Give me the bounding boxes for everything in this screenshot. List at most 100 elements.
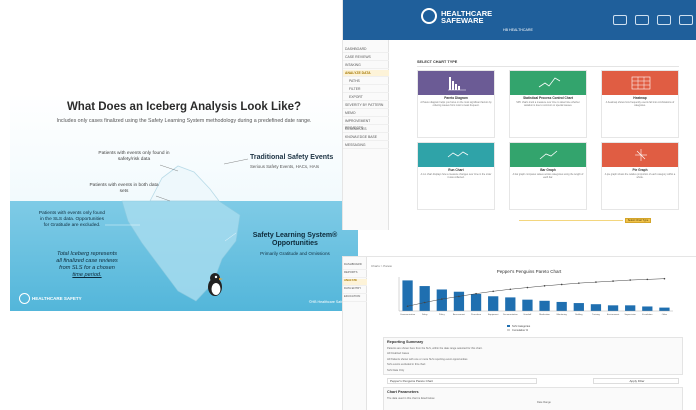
- card-run-chart-desc: A run chart displays how a measure chang…: [420, 173, 492, 179]
- run-chart-icon: [418, 143, 494, 167]
- pie-graph-icon: [602, 143, 678, 167]
- nav-case-reviews[interactable]: CASE REVIEWS: [343, 54, 389, 61]
- x-tick-label: Assessment: [453, 313, 465, 316]
- iceberg-slide: What Does an Iceberg Analysis Look Like?…: [10, 93, 358, 311]
- pareto-bar: [590, 304, 602, 311]
- nav2-data-entry[interactable]: DATA ENTRY: [343, 286, 367, 294]
- grid-icon[interactable]: [613, 15, 627, 25]
- pareto-bar: [659, 307, 670, 311]
- sls-opportunities-title: Safety Learning System® Opportunities: [252, 232, 338, 247]
- card-bar-graph-desc: A bar graph compares values across categ…: [512, 173, 584, 179]
- nav-analyze-data[interactable]: ANALYZE DATA: [343, 70, 389, 77]
- reporting-summary-panel: Reporting Summary Patients are shown her…: [383, 337, 683, 375]
- card-pareto[interactable]: Pareto Diagram A Pareto diagram helps yo…: [417, 70, 495, 138]
- nav-paths[interactable]: PATHS: [343, 78, 389, 85]
- nav2-analyze[interactable]: ANALYZE: [343, 278, 367, 286]
- x-tick-label: Monitoring: [557, 313, 568, 316]
- label-sls-only: Patients with events only found in the S…: [38, 211, 106, 228]
- x-tick-label: Other: [662, 313, 668, 316]
- chart-type-app: HEALTHCARE SAFEWARE HB HEALTHCARE DASHBO…: [342, 0, 696, 230]
- brand-ring-icon: [421, 8, 437, 24]
- total-line-4: time period.: [72, 272, 102, 278]
- pareto-bar: [522, 299, 533, 311]
- pareto-report-app: DASHBOARD REPORTS ANALYZE DATA ENTRY EDU…: [342, 256, 696, 410]
- nav2-education[interactable]: EDUCATION: [343, 294, 367, 302]
- nav-dashboard[interactable]: DASHBOARD: [343, 46, 389, 53]
- cumulative-point: [595, 281, 597, 283]
- chart-parameters-title: Chart Parameters: [387, 390, 419, 394]
- nav-improvement[interactable]: IMPROVEMENT PROJECTS: [343, 118, 389, 130]
- x-tick-label: Training: [592, 313, 601, 316]
- pareto-bar: [539, 300, 550, 311]
- x-tick-label: Equipment: [488, 313, 499, 316]
- logo-text: HEALTHCARE SAFETY: [32, 296, 82, 301]
- brand-logo[interactable]: HEALTHCARE SAFEWARE: [421, 8, 492, 24]
- select-chart-type-button[interactable]: Select Chart Type: [625, 218, 651, 223]
- card-pareto-desc: A Pareto diagram helps you focus on the …: [420, 101, 492, 107]
- traditional-events-title: Traditional Safety Events: [250, 154, 334, 161]
- nav-resources[interactable]: RESOURCES: [343, 126, 389, 133]
- pareto-bar: [642, 306, 653, 311]
- settings-icon[interactable]: [679, 15, 693, 25]
- nav-intaking[interactable]: INTAKING: [343, 62, 389, 69]
- cumulative-point: [526, 286, 529, 289]
- x-tick-label: Escalation: [642, 313, 653, 316]
- cumulative-point: [612, 280, 614, 282]
- cumulative-point: [578, 282, 580, 284]
- pareto-bar: [625, 305, 636, 311]
- export-icon[interactable]: [657, 15, 671, 25]
- apply-filter-button[interactable]: Apply Filter: [593, 378, 679, 384]
- card-spc-desc: SPC charts track a measure over time to …: [516, 101, 580, 107]
- cumulative-point: [509, 288, 512, 291]
- x-tick-label: Delay: [422, 314, 428, 316]
- logo-ring-icon: [19, 293, 30, 304]
- pareto-bar: [436, 289, 447, 311]
- nav-severity[interactable]: SEVERITY BY PATTERN: [343, 102, 389, 109]
- pareto-icon: [418, 71, 494, 95]
- app-sidebar: DASHBOARD CASE REVIEWS INTAKING ANALYZE …: [343, 40, 389, 230]
- x-tick-label: Staffing: [575, 313, 583, 316]
- card-heatmap[interactable]: Heatmap A heatmap shows how frequently e…: [601, 70, 679, 138]
- slide-subtitle: Includes only cases finalized using the …: [56, 118, 312, 124]
- selection-divider: [519, 220, 623, 221]
- nav-messaging[interactable]: MESSAGING: [343, 142, 389, 149]
- card-run-chart[interactable]: Run Chart A run chart displays how a mea…: [417, 142, 495, 210]
- slide-title: What Does an Iceberg Analysis Look Like?: [66, 101, 302, 113]
- pareto-bar: [607, 305, 619, 311]
- x-tick-label: Procedure: [471, 313, 482, 316]
- card-bar-graph[interactable]: Bar Graph A bar graph compares values ac…: [509, 142, 587, 210]
- card-spc[interactable]: Statistical Process Control Chart SPC ch…: [509, 70, 587, 138]
- slide-logo: HEALTHCARE SAFETY: [19, 293, 82, 304]
- nav-export[interactable]: EXPORT: [343, 94, 389, 101]
- spc-icon: [510, 71, 586, 95]
- cumulative-point: [475, 292, 477, 295]
- total-line-2: all finalized case reviews: [56, 258, 118, 264]
- nav-filter[interactable]: FILTER: [343, 86, 389, 93]
- nav-memo[interactable]: MEMO: [343, 110, 389, 117]
- cumulative-point: [646, 278, 649, 281]
- cumulative-point: [629, 279, 631, 281]
- pareto-bar: [453, 291, 465, 311]
- card-pie-graph[interactable]: Pie Graph A pie graph shows the relative…: [601, 142, 679, 210]
- chart-title: Pepper's Penguins Pareto Chart: [497, 269, 562, 274]
- cumulative-point: [441, 298, 443, 300]
- x-tick-label: Policy: [439, 314, 446, 316]
- cumulative-point: [663, 277, 666, 280]
- select-chart-type-heading: SELECT CHART TYPE: [417, 60, 458, 64]
- x-tick-label: Documentation: [503, 313, 518, 316]
- label-both-data-sets: Patients with events in both data sets: [89, 183, 159, 194]
- nav-knowledge[interactable]: KNOWLEDGE BASE: [343, 134, 389, 141]
- nav2-reports[interactable]: REPORTS: [343, 270, 367, 278]
- app-header: HEALTHCARE SAFEWARE HB HEALTHCARE: [343, 0, 696, 40]
- chart-parameters-panel: Chart Parameters The data used in this c…: [383, 387, 683, 410]
- pareto-chart: Pepper's Penguins Pareto Chart Communica…: [398, 269, 673, 332]
- sls-opportunities-subtitle: Primarily Gratitude and Omissions: [260, 251, 330, 256]
- x-tick-label: Supervision: [624, 313, 636, 316]
- sub-logo: HB HEALTHCARE: [503, 28, 533, 32]
- chart-icon[interactable]: [635, 15, 649, 25]
- chart-name-field[interactable]: Pepper's Penguins Pareto Chart: [387, 378, 537, 384]
- total-line-1: Total Iceberg represents: [56, 251, 118, 257]
- nav2-dashboard[interactable]: DASHBOARD: [343, 262, 367, 270]
- heatmap-icon: [602, 71, 678, 95]
- x-tick-label: Environment: [607, 313, 620, 316]
